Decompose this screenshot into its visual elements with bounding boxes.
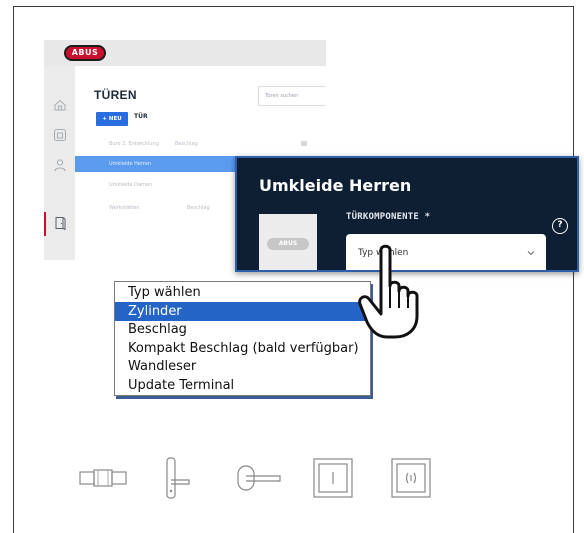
row-name: Büro 2. Entwicklung [109,141,159,147]
compact-fitting-icon [237,465,281,491]
table-row[interactable]: Büro 2. Entwicklung Beschlag [75,136,326,152]
dialog-title: Umkleide Herren [259,176,412,195]
abus-logo: ABUS [64,45,106,61]
home-icon[interactable] [53,98,67,112]
app-topbar: ABUS [44,40,326,66]
dropdown-option[interactable]: Update Terminal [115,376,370,395]
new-door-button[interactable]: + NEU [96,112,128,126]
wall-reader-icon [313,458,353,498]
row-name: Umkleide Damen [109,182,153,188]
lock-panel-icon[interactable] [53,128,67,142]
dropdown-option[interactable]: Typ wählen [115,283,370,302]
component-type-dropdown: Typ wählen Zylinder Beschlag Kompakt Bes… [114,281,371,396]
search-input[interactable]: Türen suchen [258,86,326,106]
handle-fitting-icon [166,457,190,499]
door-icon[interactable] [53,216,67,230]
row-name: Umkleide Herren [109,161,152,167]
abus-logo: ABUS [267,238,309,250]
help-button[interactable]: ? [552,218,568,234]
dropdown-option[interactable]: Kompakt Beschlag (bald verfügbar) [115,339,370,358]
dropdown-option[interactable]: Beschlag [115,320,370,339]
component-image-placeholder: ABUS [259,214,317,270]
user-icon[interactable] [53,158,67,172]
chevron-down-icon [527,251,535,256]
dropdown-option[interactable]: Wandleser [115,357,370,376]
new-button-suffix: TÜR [134,113,148,120]
dropdown-option[interactable]: Zylinder [115,302,370,321]
cylinder-icon [79,469,127,487]
row-component: Beschlag [187,205,210,211]
page-title: TÜREN [94,88,137,102]
component-field-label: TÜRKOMPONENTE * [346,212,431,222]
update-terminal-icon [391,458,431,498]
row-component: Beschlag [175,141,198,147]
sidebar-active-indicator [44,212,46,236]
app-sidebar [44,66,75,260]
row-name: Werkstätten [109,205,140,211]
hand-pointer-icon [358,244,419,339]
row-status-icon [301,141,307,146]
